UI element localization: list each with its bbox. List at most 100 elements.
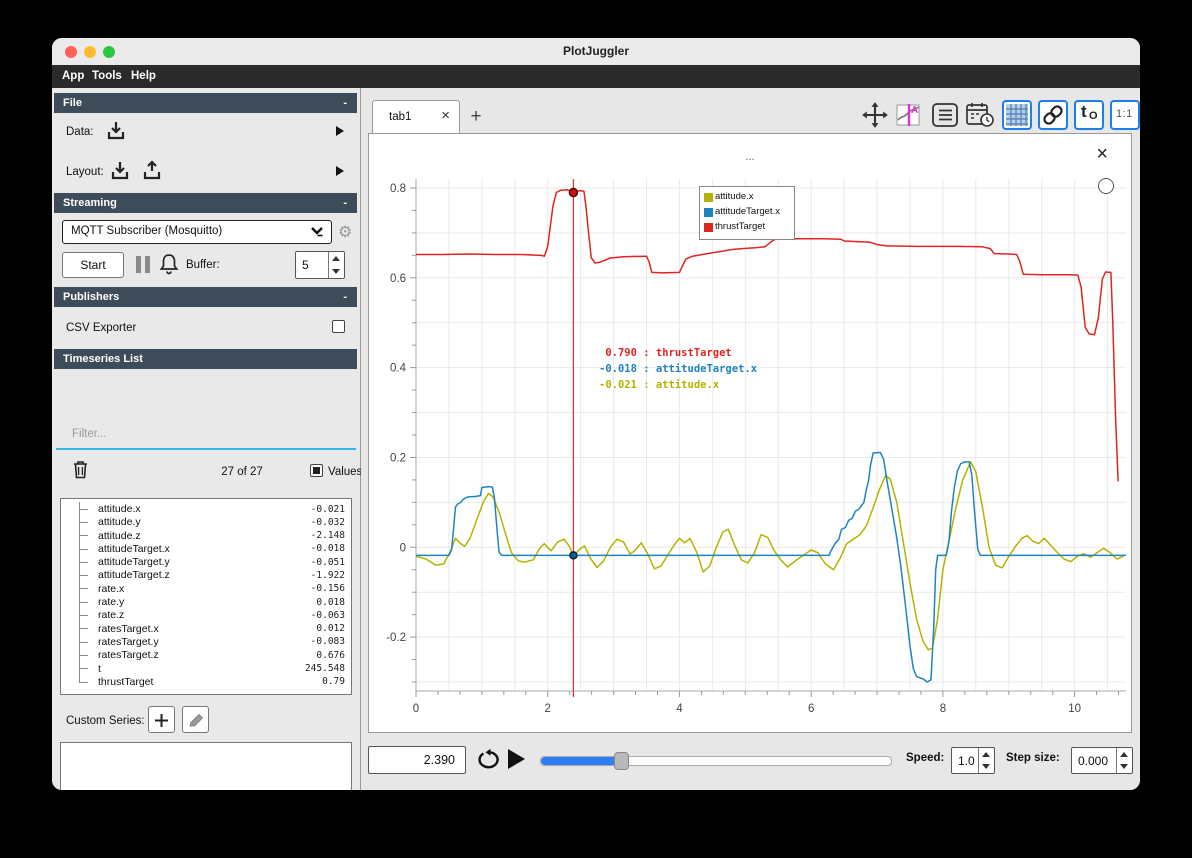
values-checkbox[interactable] bbox=[310, 464, 323, 477]
step-size-spinbox[interactable]: 0.000 bbox=[1071, 747, 1133, 774]
buffer-spin-arrows[interactable] bbox=[328, 252, 344, 278]
grid-layout-icon[interactable] bbox=[1002, 100, 1032, 130]
file-section-header[interactable]: File - bbox=[54, 93, 357, 113]
list-item[interactable]: rate.x -0.156 bbox=[61, 581, 351, 596]
pause-streaming-icon[interactable] bbox=[136, 256, 150, 278]
svg-text:A: A bbox=[911, 105, 918, 116]
play-button[interactable] bbox=[508, 749, 525, 769]
series-name: attitude.z bbox=[98, 529, 141, 542]
plot-title: ... bbox=[745, 151, 755, 163]
tab-label: tab1 bbox=[389, 111, 412, 123]
loop-icon[interactable] bbox=[476, 748, 502, 777]
speed-spinbox[interactable]: 1.0 bbox=[951, 747, 995, 774]
cursor-readout-row: -0.018 : attitudeTarget.x bbox=[599, 363, 758, 375]
menu-app[interactable]: App bbox=[62, 70, 84, 82]
menu-help[interactable]: Help bbox=[131, 70, 156, 82]
plot-close-icon[interactable]: × bbox=[1096, 144, 1108, 164]
custom-series-list[interactable] bbox=[60, 742, 352, 790]
streaming-section-header[interactable]: Streaming - bbox=[54, 193, 357, 213]
move-pan-icon[interactable] bbox=[861, 101, 889, 129]
series-value: -0.021 bbox=[310, 503, 345, 515]
cursor-dot-thrusttarget bbox=[568, 187, 579, 198]
list-item[interactable]: rate.y 0.018 bbox=[61, 595, 351, 609]
csv-exporter-checkbox[interactable] bbox=[332, 320, 345, 333]
datetime-icon[interactable] bbox=[965, 101, 994, 129]
slider-handle[interactable] bbox=[614, 752, 629, 770]
list-item[interactable]: thrustTarget 0.79 bbox=[61, 674, 351, 688]
time-cursor[interactable] bbox=[568, 179, 579, 697]
filter-input[interactable] bbox=[56, 422, 356, 446]
pencil-icon bbox=[188, 713, 203, 727]
svg-text:0: 0 bbox=[413, 703, 419, 715]
timeseries-section-header[interactable]: Timeseries List bbox=[54, 349, 357, 369]
delete-series-trash-icon[interactable] bbox=[71, 459, 90, 485]
list-item[interactable]: attitudeTarget.y -0.051 bbox=[61, 555, 351, 569]
list-item[interactable]: attitude.y -0.032 bbox=[61, 515, 351, 529]
ratio-1-1-icon[interactable]: 1:1 bbox=[1110, 100, 1140, 130]
playback-slider[interactable] bbox=[540, 752, 892, 770]
plot-legend[interactable]: attitude.x attitudeTarget.x thrustTarget bbox=[699, 186, 795, 240]
tree-branch-icon bbox=[79, 648, 93, 662]
series-name: ratesTarget.z bbox=[98, 649, 159, 662]
list-item[interactable]: ratesTarget.y -0.083 bbox=[61, 634, 351, 649]
edit-custom-series-button[interactable] bbox=[182, 706, 209, 733]
list-item[interactable]: attitudeTarget.x -0.018 bbox=[61, 541, 351, 556]
cursor-dot-attitudetarget-x bbox=[569, 551, 578, 560]
plus-icon bbox=[155, 714, 168, 727]
font-style-plot-icon[interactable]: A bbox=[895, 101, 923, 129]
save-layout-icon[interactable] bbox=[140, 159, 164, 188]
svg-text:8: 8 bbox=[940, 703, 946, 715]
streaming-settings-gear-icon[interactable]: ⚙ bbox=[338, 222, 352, 241]
svg-text:0.2: 0.2 bbox=[390, 452, 406, 464]
list-item[interactable]: rate.z -0.063 bbox=[61, 608, 351, 622]
svg-text:0.6: 0.6 bbox=[390, 273, 406, 285]
series-name: thrustTarget bbox=[98, 675, 154, 688]
tab-close-icon[interactable]: × bbox=[441, 108, 450, 124]
collapse-streaming-icon[interactable]: - bbox=[343, 193, 347, 213]
legend-collapse-knob[interactable] bbox=[1098, 178, 1114, 194]
collapse-publishers-icon[interactable]: - bbox=[343, 287, 347, 307]
tree-branch-icon bbox=[79, 674, 93, 688]
add-tab-button[interactable]: + bbox=[465, 106, 487, 128]
plotjuggler-window: PlotJuggler App Tools Help File - Data: … bbox=[52, 38, 1140, 790]
legend-entry[interactable]: attitude.x bbox=[704, 191, 791, 206]
series-name: ratesTarget.y bbox=[98, 635, 159, 648]
list-item[interactable]: attitude.x -0.021 bbox=[61, 502, 351, 516]
layout-menu-arrow-icon[interactable] bbox=[336, 166, 344, 176]
data-menu-arrow-icon[interactable] bbox=[336, 126, 344, 136]
plot-canvas[interactable]: 0 2 4 6 8 10 -0.2 0 0.2 0.4 0.6 0.8 bbox=[376, 179, 1132, 724]
legend-entry[interactable]: attitudeTarget.x bbox=[704, 206, 791, 221]
tab-tab1[interactable]: tab1 × bbox=[372, 100, 460, 134]
list-item[interactable]: attitude.z -2.148 bbox=[61, 528, 351, 543]
load-layout-icon[interactable] bbox=[108, 159, 132, 188]
list-item[interactable]: ratesTarget.x 0.012 bbox=[61, 621, 351, 636]
plot-series-attitudeTarget.x[interactable] bbox=[416, 451, 1126, 683]
streaming-source-select[interactable]: MQTT Subscriber (Mosquitto) bbox=[62, 220, 332, 244]
svg-text:0.8: 0.8 bbox=[390, 183, 406, 195]
tree-branch-icon bbox=[79, 555, 93, 569]
playback-time-field[interactable]: 2.390 bbox=[368, 746, 466, 774]
svg-text:6: 6 bbox=[808, 703, 814, 715]
list-item[interactable]: ratesTarget.z 0.676 bbox=[61, 648, 351, 662]
notifications-bell-icon[interactable] bbox=[158, 252, 180, 281]
publishers-section-header[interactable]: Publishers - bbox=[54, 287, 357, 307]
link-axes-icon[interactable] bbox=[1038, 100, 1068, 130]
window-titlebar[interactable]: PlotJuggler bbox=[52, 38, 1140, 66]
load-data-icon[interactable] bbox=[104, 119, 128, 148]
collapse-file-icon[interactable]: - bbox=[343, 93, 347, 113]
add-custom-series-button[interactable] bbox=[148, 706, 175, 733]
desktop-background: PlotJuggler App Tools Help File - Data: … bbox=[0, 0, 1192, 858]
start-streaming-button[interactable]: Start bbox=[62, 252, 124, 278]
legend-entry[interactable]: thrustTarget bbox=[704, 221, 791, 236]
tree-branch-icon bbox=[79, 595, 93, 609]
series-name: attitudeTarget.x bbox=[98, 542, 170, 555]
buffer-spinbox[interactable]: 5 bbox=[295, 251, 345, 279]
list-view-icon[interactable] bbox=[931, 101, 959, 129]
list-item[interactable]: t 245.548 bbox=[61, 661, 351, 676]
menu-tools[interactable]: Tools bbox=[92, 70, 122, 82]
timeseries-list[interactable]: attitude.x -0.021 attitude.y -0.032 attitude… bbox=[60, 498, 352, 695]
time-offset-t0-icon[interactable]: t O bbox=[1074, 100, 1104, 130]
list-item[interactable]: attitudeTarget.z -1.922 bbox=[61, 568, 351, 583]
streaming-source-value: MQTT Subscriber (Mosquitto) bbox=[71, 225, 223, 237]
data-label: Data: bbox=[66, 126, 94, 138]
